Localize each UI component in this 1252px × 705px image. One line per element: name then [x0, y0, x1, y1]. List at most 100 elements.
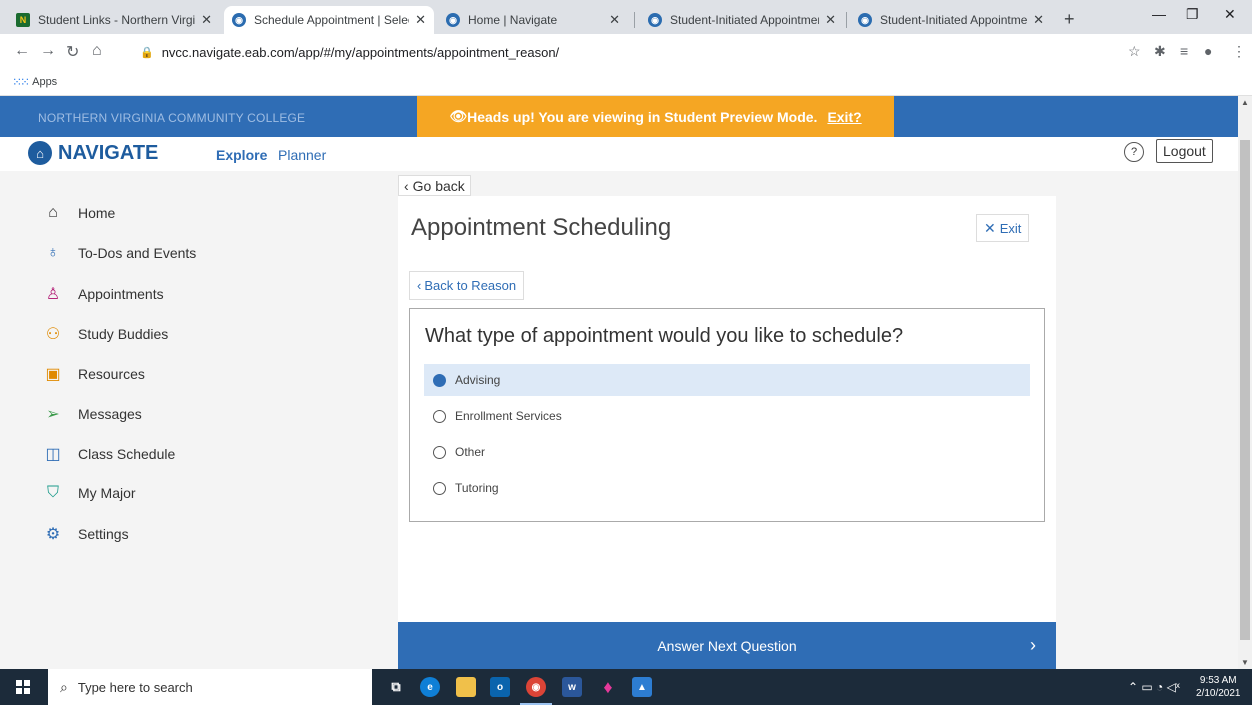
close-tab-icon[interactable]: ✕ [201, 12, 212, 28]
sidebar-item-messages[interactable]: ➢ Messages [42, 404, 142, 424]
back-to-reason-button[interactable]: ‹ Back to Reason [409, 271, 525, 300]
profile-icon[interactable]: ● [1204, 43, 1212, 59]
taskbar-search-box[interactable]: ⌕ Type here to search [48, 669, 372, 705]
windows-taskbar: ⌕ Type here to search ⧉ e o ◉ w ♦ ▲ ⌃ ▭ … [0, 669, 1252, 705]
college-name: NORTHERN VIRGINIA COMMUNITY COLLEGE [38, 111, 306, 125]
chevron-left-icon: ‹ [417, 278, 422, 293]
exit-label: Exit [999, 220, 1022, 236]
navigate-favicon-icon: ◉ [232, 13, 246, 27]
radio-unselected[interactable] [433, 481, 446, 495]
sidebar-item-class-schedule[interactable]: ◫ Class Schedule [42, 444, 175, 464]
home-button-icon[interactable]: ⌂ [92, 42, 102, 60]
clock-time: 9:53 AM [1199, 675, 1237, 686]
scroll-down-icon[interactable]: ▼ [1241, 658, 1249, 667]
word-icon[interactable]: w [562, 677, 582, 697]
option-tutoring[interactable]: Tutoring [424, 472, 1030, 504]
sidebar-item-study-buddies[interactable]: ⚇ Study Buddies [42, 324, 168, 344]
tab-home-navigate[interactable]: ◉ Home | Navigate ✕ [438, 6, 628, 34]
extensions-icon[interactable]: ✱ [1154, 43, 1166, 60]
nav-explore[interactable]: Explore [216, 147, 267, 163]
taskbar-clock[interactable]: 9:53 AM 2/10/2021 [1196, 674, 1241, 700]
scrollbar-thumb[interactable] [1240, 140, 1250, 640]
nvcc-favicon-icon: N [16, 13, 30, 27]
sidebar-item-label: Appointments [78, 286, 164, 302]
navigate-favicon-icon: ◉ [858, 13, 872, 27]
navigate-logo[interactable]: ⌂ NAVIGATE [28, 141, 158, 165]
search-icon: ⌕ [60, 678, 68, 695]
sidebar-item-todos[interactable]: ♁ To-Dos and Events [42, 244, 196, 262]
close-tab-icon[interactable]: ✕ [1033, 12, 1044, 28]
option-other[interactable]: Other [424, 436, 1030, 468]
sidebar-item-my-major[interactable]: ⛉ My Major [42, 484, 136, 502]
windows-start-icon[interactable] [16, 680, 30, 694]
sidebar-item-label: Messages [78, 406, 142, 422]
browser-tab-strip: N Student Links - Northern Virgi ✕ ◉ Sch… [0, 0, 1252, 34]
tab-title: Student-Initiated Appointment [670, 13, 820, 27]
chrome-icon[interactable]: ◉ [520, 677, 552, 705]
restore-icon[interactable]: ❐ [1186, 6, 1199, 23]
sidebar-item-label: My Major [78, 485, 136, 501]
tab-schedule-appointment[interactable]: ◉ Schedule Appointment | Select ✕ [224, 6, 434, 34]
go-back-label: Go back [412, 177, 465, 194]
logout-button[interactable]: Logout [1156, 139, 1213, 163]
close-tab-icon[interactable]: ✕ [825, 12, 836, 28]
answer-next-question-button[interactable]: Answer Next Question › [398, 622, 1056, 669]
go-back-button[interactable]: ‹ Go back [398, 175, 471, 196]
home-icon: ⌂ [48, 204, 58, 221]
system-tray-icons[interactable]: ⌃ ▭ ◔ ◁ˣ [1128, 680, 1180, 694]
outlook-icon[interactable]: o [490, 677, 510, 697]
radio-selected[interactable] [433, 373, 446, 387]
option-label: Other [455, 445, 486, 459]
preview-mode-banner: 👁 Heads up! You are viewing in Student P… [417, 96, 894, 137]
page-content: NORTHERN VIRGINIA COMMUNITY COLLEGE 👁 He… [0, 96, 1238, 669]
close-icon: ✕ [984, 219, 996, 236]
page-scrollbar[interactable]: ▲ ▼ [1238, 96, 1252, 669]
radio-unselected[interactable] [433, 445, 446, 459]
help-icon[interactable]: ? [1124, 142, 1144, 162]
exit-button[interactable]: ✕ Exit [976, 214, 1030, 242]
sidebar-item-resources[interactable]: ▣ Resources [42, 364, 144, 384]
tab-student-initiated-2[interactable]: ◉ Student-Initiated Appointment ✕ [850, 6, 1052, 34]
nav-planner[interactable]: Planner [278, 147, 326, 163]
sidebar-item-label: Settings [78, 526, 129, 542]
sidebar-item-label: Class Schedule [78, 446, 176, 462]
task-view-icon[interactable]: ⧉ [386, 677, 406, 697]
sidebar-item-settings[interactable]: ⚙ Settings [42, 524, 129, 544]
option-label: Advising [455, 373, 501, 387]
question-box: What type of appointment would you like … [409, 308, 1045, 522]
clock-date: 2/10/2021 [1196, 688, 1241, 699]
edge-icon[interactable]: e [420, 677, 440, 697]
paint-drop-icon[interactable]: ♦ [598, 677, 618, 697]
reading-list-icon[interactable]: ≡ [1180, 43, 1188, 59]
new-tab-icon[interactable]: + [1064, 9, 1075, 30]
tab-title: Student Links - Northern Virgi [38, 13, 196, 27]
close-tab-icon[interactable]: ✕ [609, 12, 620, 28]
sidebar-item-appointments[interactable]: ♙ Appointments [42, 284, 164, 304]
menu-dots-icon[interactable]: ⋮ [1232, 43, 1246, 60]
close-window-icon[interactable]: ✕ [1224, 6, 1236, 23]
bookmark-star-icon[interactable]: ☆ [1128, 43, 1141, 60]
file-explorer-icon[interactable] [456, 677, 476, 697]
question-text: What type of appointment would you like … [425, 325, 904, 347]
option-enrollment-services[interactable]: Enrollment Services [424, 400, 1030, 432]
minimize-icon[interactable]: — [1152, 6, 1166, 22]
back-arrow-icon[interactable]: ← [14, 42, 30, 60]
option-label: Enrollment Services [455, 409, 562, 423]
apps-shortcut[interactable]: ⁙⁙ Apps [12, 75, 57, 89]
url-field[interactable]: 🔒 nvcc.navigate.eab.com/app/#/my/appoint… [140, 38, 1090, 66]
sidebar-item-home[interactable]: ⌂ Home [42, 204, 115, 222]
apps-grid-icon: ⁙⁙ [12, 75, 30, 89]
option-advising[interactable]: Advising [424, 364, 1030, 396]
graduation-cap-icon: ⛉ [46, 484, 59, 501]
close-tab-icon[interactable]: ✕ [415, 12, 426, 28]
navigate-favicon-icon: ◉ [446, 13, 460, 27]
reload-icon[interactable]: ↻ [66, 42, 79, 62]
photos-icon[interactable]: ▲ [632, 677, 652, 697]
preview-exit-link[interactable]: Exit? [827, 109, 861, 125]
appointment-card: Appointment Scheduling ✕ Exit ‹ Back to … [398, 196, 1056, 626]
forward-arrow-icon[interactable]: → [40, 42, 56, 60]
tab-student-initiated-1[interactable]: ◉ Student-Initiated Appointment ✕ [640, 6, 844, 34]
radio-unselected[interactable] [433, 409, 446, 423]
tab-student-links[interactable]: N Student Links - Northern Virgi ✕ [8, 6, 220, 34]
scroll-up-icon[interactable]: ▲ [1241, 98, 1249, 107]
